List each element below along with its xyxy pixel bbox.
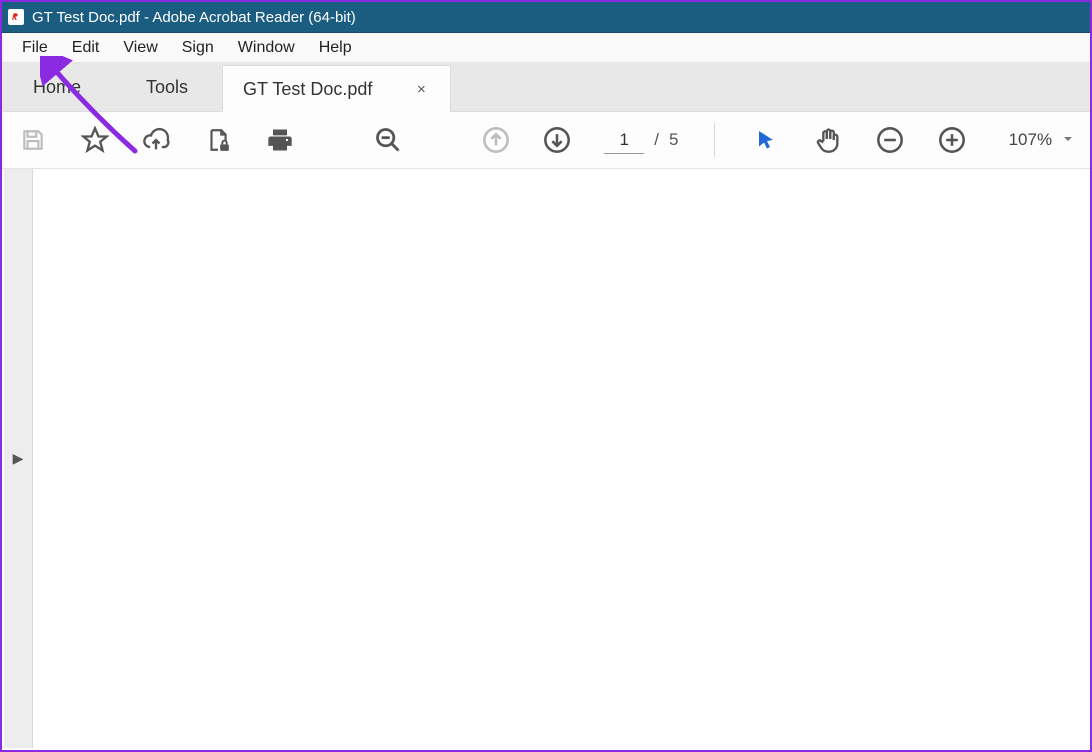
zoom-level-group[interactable]: 107% bbox=[1009, 130, 1074, 150]
tab-close-button[interactable]: × bbox=[412, 81, 430, 98]
page-down-icon[interactable] bbox=[542, 125, 572, 155]
nav-pane-toggle[interactable]: ▶ bbox=[4, 169, 33, 748]
menu-bar: File Edit View Sign Window Help bbox=[2, 33, 1090, 63]
save-icon[interactable] bbox=[18, 125, 48, 155]
zoom-out-icon[interactable] bbox=[875, 125, 905, 155]
document-view[interactable] bbox=[33, 169, 1088, 748]
star-icon[interactable] bbox=[80, 125, 110, 155]
tab-document[interactable]: GT Test Doc.pdf × bbox=[222, 65, 451, 112]
page-number-input[interactable] bbox=[604, 127, 644, 154]
tab-document-label: GT Test Doc.pdf bbox=[243, 79, 372, 100]
selection-tool-icon[interactable] bbox=[751, 125, 781, 155]
menu-help[interactable]: Help bbox=[307, 35, 364, 61]
page-separator: / bbox=[654, 130, 659, 150]
window-title: GT Test Doc.pdf - Adobe Acrobat Reader (… bbox=[32, 9, 356, 26]
menu-edit[interactable]: Edit bbox=[60, 35, 112, 61]
toolbar-separator bbox=[714, 123, 715, 157]
chevron-down-icon bbox=[1062, 130, 1074, 150]
tab-tools[interactable]: Tools bbox=[112, 63, 222, 111]
chevron-right-icon: ▶ bbox=[13, 450, 24, 467]
zoom-in-icon[interactable] bbox=[937, 125, 967, 155]
print-icon[interactable] bbox=[265, 125, 295, 155]
file-lock-icon[interactable] bbox=[203, 125, 233, 155]
toolbar: / 5 107% bbox=[2, 112, 1090, 169]
page-total: 5 bbox=[669, 130, 678, 150]
page-nav-group: / 5 bbox=[604, 127, 678, 154]
menu-view[interactable]: View bbox=[111, 35, 169, 61]
app-icon bbox=[8, 9, 24, 25]
content-area: ▶ bbox=[4, 169, 1088, 748]
menu-sign[interactable]: Sign bbox=[170, 35, 226, 61]
zoom-level-value: 107% bbox=[1009, 130, 1052, 150]
page-up-icon[interactable] bbox=[481, 125, 511, 155]
menu-file[interactable]: File bbox=[10, 35, 60, 61]
find-icon[interactable] bbox=[373, 125, 403, 155]
cloud-upload-icon[interactable] bbox=[142, 125, 172, 155]
hand-tool-icon[interactable] bbox=[813, 125, 843, 155]
menu-window[interactable]: Window bbox=[226, 35, 307, 61]
tab-bar: Home Tools GT Test Doc.pdf × bbox=[2, 63, 1090, 112]
title-bar: GT Test Doc.pdf - Adobe Acrobat Reader (… bbox=[2, 2, 1090, 33]
tab-home[interactable]: Home bbox=[2, 63, 112, 111]
